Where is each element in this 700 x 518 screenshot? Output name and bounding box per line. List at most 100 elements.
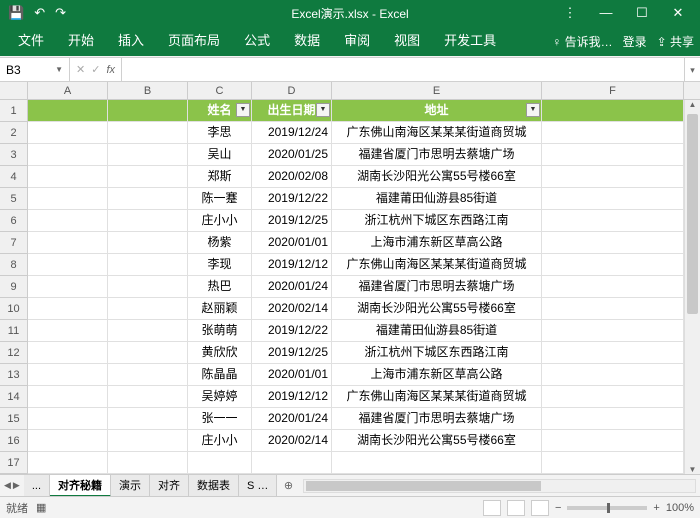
- cell[interactable]: [108, 320, 188, 342]
- fx-icon[interactable]: fx: [106, 64, 115, 76]
- row-header[interactable]: 3: [0, 144, 27, 166]
- sheet-nav-prev-icon[interactable]: ◀: [4, 480, 11, 491]
- row-header[interactable]: 11: [0, 320, 27, 342]
- row-header[interactable]: 2: [0, 122, 27, 144]
- cell[interactable]: [108, 386, 188, 408]
- cell[interactable]: [28, 342, 108, 364]
- cell-name[interactable]: 李思: [188, 122, 252, 144]
- cell-date[interactable]: 2020/01/24: [252, 276, 332, 298]
- table-header-address[interactable]: 地址▼: [332, 100, 542, 122]
- cell[interactable]: [28, 254, 108, 276]
- signin[interactable]: 登录: [623, 33, 647, 50]
- row-header[interactable]: 14: [0, 386, 27, 408]
- row-header[interactable]: 7: [0, 232, 27, 254]
- cell-name[interactable]: 张萌萌: [188, 320, 252, 342]
- scroll-up-icon[interactable]: ▲: [685, 100, 700, 109]
- cell-name[interactable]: 黄欣欣: [188, 342, 252, 364]
- cell[interactable]: [108, 188, 188, 210]
- cell[interactable]: [108, 364, 188, 386]
- sheet-tab[interactable]: 对齐: [150, 475, 189, 497]
- cell-address[interactable]: 福建省厦门市思明去蔡塘广场: [332, 408, 542, 430]
- cell-name[interactable]: 杨紫: [188, 232, 252, 254]
- row-header[interactable]: 17: [0, 452, 27, 474]
- cell[interactable]: [542, 188, 684, 210]
- hscroll-thumb[interactable]: [306, 481, 540, 491]
- col-header[interactable]: A: [28, 82, 108, 99]
- filter-icon[interactable]: ▼: [236, 103, 250, 117]
- cell-address[interactable]: 福建莆田仙游县85街道: [332, 320, 542, 342]
- cell[interactable]: [108, 276, 188, 298]
- view-page-layout-button[interactable]: [507, 500, 525, 516]
- col-header[interactable]: B: [108, 82, 188, 99]
- sheet-tab[interactable]: S …: [239, 475, 277, 497]
- cell[interactable]: [542, 122, 684, 144]
- row-header[interactable]: 15: [0, 408, 27, 430]
- zoom-slider[interactable]: [567, 506, 647, 510]
- cell-name[interactable]: 陈一蹇: [188, 188, 252, 210]
- row-header[interactable]: 5: [0, 188, 27, 210]
- cell[interactable]: [108, 144, 188, 166]
- cell[interactable]: [542, 276, 684, 298]
- window-options-icon[interactable]: ⋮: [552, 5, 588, 21]
- cell[interactable]: [108, 452, 188, 474]
- share-button[interactable]: ⇪ 共享: [657, 33, 694, 50]
- cell[interactable]: [542, 298, 684, 320]
- table-header-dob[interactable]: 出生日期▼: [252, 100, 332, 122]
- zoom-in-button[interactable]: +: [653, 502, 659, 514]
- tab-view[interactable]: 视图: [382, 26, 432, 56]
- close-icon[interactable]: ✕: [660, 5, 696, 21]
- cell-date[interactable]: 2019/12/12: [252, 254, 332, 276]
- cell[interactable]: [542, 342, 684, 364]
- name-box-dropdown-icon[interactable]: ▼: [55, 65, 63, 74]
- cell[interactable]: [108, 100, 188, 122]
- qat-save-icon[interactable]: 💾: [8, 5, 24, 21]
- cell-address[interactable]: 湖南长沙阳光公寓55号楼66室: [332, 298, 542, 320]
- scroll-thumb[interactable]: [687, 114, 698, 314]
- minimize-icon[interactable]: —: [588, 5, 624, 21]
- cell-address[interactable]: 上海市浦东新区草高公路: [332, 232, 542, 254]
- cell-date[interactable]: 2019/12/22: [252, 188, 332, 210]
- tab-file[interactable]: 文件: [6, 26, 56, 56]
- tab-formulas[interactable]: 公式: [232, 26, 282, 56]
- cell-address[interactable]: 福建省厦门市思明去蔡塘广场: [332, 276, 542, 298]
- vertical-scrollbar[interactable]: ▲ ▼: [684, 100, 700, 474]
- cell-date[interactable]: 2020/02/08: [252, 166, 332, 188]
- cell-name[interactable]: 吴山: [188, 144, 252, 166]
- cells-grid[interactable]: 姓名▼出生日期▼地址▼李思2019/12/24广东佛山南海区某某某街道商贸城吴山…: [28, 100, 700, 474]
- cell[interactable]: [28, 188, 108, 210]
- cell[interactable]: [28, 166, 108, 188]
- cell[interactable]: [108, 342, 188, 364]
- cell[interactable]: [28, 100, 108, 122]
- cell[interactable]: [542, 364, 684, 386]
- cell[interactable]: [28, 452, 108, 474]
- row-header[interactable]: 13: [0, 364, 27, 386]
- col-header[interactable]: F: [542, 82, 684, 99]
- tab-review[interactable]: 审阅: [332, 26, 382, 56]
- horizontal-scrollbar[interactable]: [303, 479, 696, 493]
- sheet-nav-next-icon[interactable]: ▶: [13, 480, 20, 491]
- cell[interactable]: [108, 430, 188, 452]
- cell[interactable]: [108, 210, 188, 232]
- col-header[interactable]: C: [188, 82, 252, 99]
- tab-insert[interactable]: 插入: [106, 26, 156, 56]
- cell-date[interactable]: 2020/02/14: [252, 430, 332, 452]
- cell-address[interactable]: 湖南长沙阳光公寓55号楼66室: [332, 430, 542, 452]
- tab-developer[interactable]: 开发工具: [432, 26, 508, 56]
- add-sheet-button[interactable]: ⊕: [277, 479, 299, 492]
- cell[interactable]: [252, 452, 332, 474]
- row-header[interactable]: 12: [0, 342, 27, 364]
- cell-date[interactable]: 2020/01/01: [252, 364, 332, 386]
- cell-date[interactable]: 2020/01/24: [252, 408, 332, 430]
- cell[interactable]: [108, 232, 188, 254]
- cell-address[interactable]: 广东佛山南海区某某某街道商贸城: [332, 254, 542, 276]
- cell[interactable]: [542, 210, 684, 232]
- filter-icon[interactable]: ▼: [316, 103, 330, 117]
- cell-address[interactable]: 浙江杭州下城区东西路江南: [332, 210, 542, 232]
- view-page-break-button[interactable]: [531, 500, 549, 516]
- row-header[interactable]: 16: [0, 430, 27, 452]
- sheet-tab[interactable]: ...: [24, 475, 50, 497]
- row-header[interactable]: 8: [0, 254, 27, 276]
- cell[interactable]: [542, 144, 684, 166]
- tab-home[interactable]: 开始: [56, 26, 106, 56]
- cell-name[interactable]: 热巴: [188, 276, 252, 298]
